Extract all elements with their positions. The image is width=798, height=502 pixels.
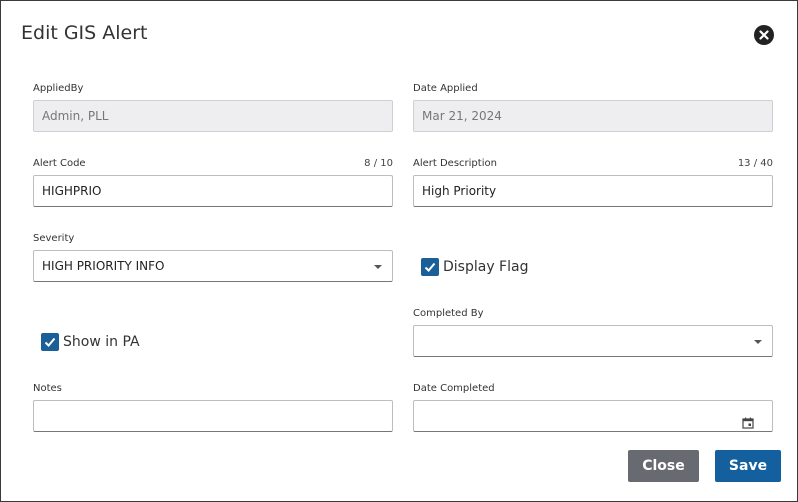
chevron-down-icon bbox=[754, 340, 762, 344]
chevron-down-icon bbox=[374, 265, 382, 269]
alert-description-char-count: 13 / 40 bbox=[737, 158, 773, 169]
close-icon[interactable] bbox=[754, 25, 774, 45]
date-completed-input[interactable] bbox=[413, 400, 773, 432]
save-button[interactable]: Save bbox=[715, 450, 781, 482]
calendar-icon[interactable] bbox=[742, 410, 754, 440]
completed-by-select[interactable] bbox=[413, 325, 773, 357]
dialog-title: Edit GIS Alert bbox=[21, 22, 148, 44]
display-flag-label: Display Flag bbox=[443, 259, 529, 275]
edit-gis-alert-dialog: Edit GIS Alert AppliedBy Admin, PLL Date… bbox=[0, 0, 798, 502]
check-icon bbox=[421, 258, 439, 276]
date-applied-label: Date Applied bbox=[413, 83, 478, 94]
date-applied-field: Mar 21, 2024 bbox=[413, 100, 773, 132]
check-icon bbox=[41, 333, 59, 351]
alert-description-label: Alert Description bbox=[413, 158, 497, 169]
close-button[interactable]: Close bbox=[628, 450, 699, 482]
display-flag-checkbox[interactable]: Display Flag bbox=[421, 258, 528, 276]
severity-value: HIGH PRIORITY INFO bbox=[42, 259, 165, 273]
applied-by-label: AppliedBy bbox=[33, 83, 84, 94]
completed-by-label: Completed By bbox=[413, 308, 484, 319]
alert-code-char-count: 8 / 10 bbox=[364, 158, 393, 169]
notes-input[interactable] bbox=[33, 400, 393, 432]
notes-label: Notes bbox=[33, 383, 62, 394]
severity-select[interactable]: HIGH PRIORITY INFO bbox=[33, 250, 393, 282]
severity-label: Severity bbox=[33, 233, 75, 244]
show-in-pa-label: Show in PA bbox=[63, 334, 140, 350]
alert-description-input[interactable]: High Priority bbox=[413, 175, 773, 207]
date-completed-label: Date Completed bbox=[413, 383, 495, 394]
show-in-pa-checkbox[interactable]: Show in PA bbox=[41, 333, 140, 351]
alert-code-label: Alert Code bbox=[33, 158, 86, 169]
applied-by-field: Admin, PLL bbox=[33, 100, 393, 132]
alert-code-input[interactable]: HIGHPRIO bbox=[33, 175, 393, 207]
